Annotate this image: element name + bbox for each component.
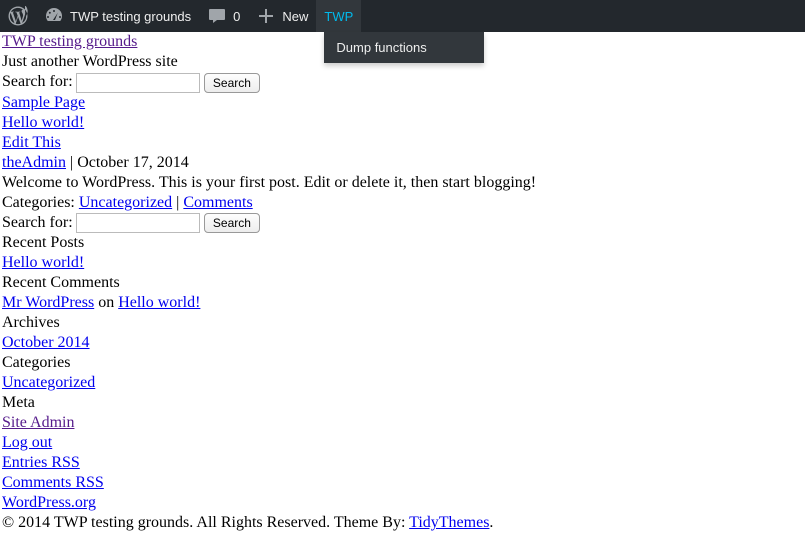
site-name-menu[interactable]: TWP testing grounds xyxy=(36,0,199,32)
entries-rss-link[interactable]: Entries RSS xyxy=(2,454,80,471)
new-content-menu[interactable]: New xyxy=(248,0,316,32)
category-link[interactable]: Uncategorized xyxy=(79,194,172,211)
wp-admin-bar: TWP testing grounds 0 New TWP Dump funct… xyxy=(0,0,805,32)
wporg-link[interactable]: WordPress.org xyxy=(2,494,96,511)
search-label: Search for: xyxy=(2,73,73,90)
categories-title: Categories xyxy=(2,353,803,373)
comment-icon xyxy=(207,6,227,26)
search-input[interactable] xyxy=(76,73,200,93)
author-link[interactable]: theAdmin xyxy=(2,154,66,171)
comment-post-link[interactable]: Hello world! xyxy=(118,294,200,311)
post-body: Welcome to WordPress. This is your first… xyxy=(2,173,803,193)
comments-link[interactable]: Comments xyxy=(183,194,252,211)
search-form-widget: Search for: Search xyxy=(2,213,803,234)
footer-suffix: . xyxy=(489,514,493,531)
post-date: October 17, 2014 xyxy=(77,154,189,171)
twp-submenu: Dump functions xyxy=(324,32,484,63)
wp-logo[interactable] xyxy=(0,0,36,32)
twp-label: TWP xyxy=(324,9,353,24)
search-input[interactable] xyxy=(76,213,200,233)
meta-title: Meta xyxy=(2,393,803,413)
site-name-label: TWP testing grounds xyxy=(70,9,191,24)
wordpress-icon xyxy=(8,6,28,26)
new-label: New xyxy=(282,9,308,24)
recent-post-link[interactable]: Hello world! xyxy=(2,254,84,271)
post-title-link[interactable]: Hello world! xyxy=(2,114,84,131)
comments-menu[interactable]: 0 xyxy=(199,0,248,32)
theme-by-link[interactable]: TidyThemes xyxy=(409,514,489,531)
site-title-link[interactable]: TWP testing grounds xyxy=(2,33,137,50)
logout-link[interactable]: Log out xyxy=(2,434,52,451)
page-content: TWP testing grounds Just another WordPre… xyxy=(0,32,805,533)
search-form-top: Search for: Search xyxy=(2,72,803,93)
twp-dump-functions[interactable]: Dump functions xyxy=(324,32,484,63)
search-label: Search for: xyxy=(2,214,73,231)
categories-label: Categories: xyxy=(2,194,79,211)
comment-count: 0 xyxy=(233,9,240,24)
comments-rss-link[interactable]: Comments RSS xyxy=(2,474,104,491)
search-button[interactable]: Search xyxy=(204,213,260,233)
on-text: on xyxy=(94,294,118,311)
twp-menu[interactable]: TWP Dump functions xyxy=(316,0,361,32)
nav-sample-page[interactable]: Sample Page xyxy=(2,94,85,111)
comment-author-link[interactable]: Mr WordPress xyxy=(2,294,94,311)
edit-post-link[interactable]: Edit This xyxy=(2,134,61,151)
archive-link[interactable]: October 2014 xyxy=(2,334,90,351)
plus-icon xyxy=(256,6,276,26)
site-admin-link[interactable]: Site Admin xyxy=(2,414,74,431)
meta-sep: | xyxy=(66,154,77,171)
recent-comments-title: Recent Comments xyxy=(2,273,803,293)
cat-sep: | xyxy=(172,194,183,211)
recent-posts-title: Recent Posts xyxy=(2,233,803,253)
category-widget-link[interactable]: Uncategorized xyxy=(2,374,95,391)
dashboard-icon xyxy=(44,6,64,26)
search-button[interactable]: Search xyxy=(204,73,260,93)
archives-title: Archives xyxy=(2,313,803,333)
footer-prefix: © 2014 TWP testing grounds. All Rights R… xyxy=(2,514,409,531)
